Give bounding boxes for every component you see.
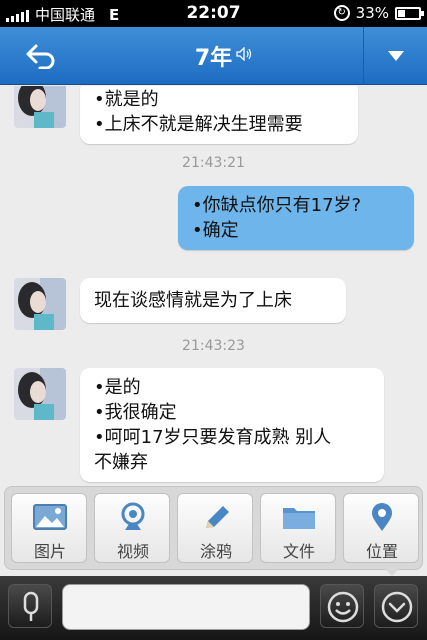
contact-avatar[interactable] <box>14 278 66 330</box>
folder-icon <box>283 508 315 529</box>
my-message-bubble[interactable]: •你缺点你只有17岁? •确定 <box>178 186 414 250</box>
message-line: •是的 <box>94 377 141 398</box>
message-line: •就是的 <box>94 89 159 110</box>
image-button[interactable]: 图片 <box>11 493 87 563</box>
attachment-panel: 图片 视频 涂鸦 文件 位置 <box>4 486 423 576</box>
message-line: •呵呵17岁只要发育成熟 别人 <box>94 427 332 448</box>
message-bubble[interactable]: •是的 •我很确定 •呵呵17岁只要发育成熟 别人 不嫌弃 <box>80 368 384 482</box>
more-button[interactable] <box>374 584 418 628</box>
menu-button[interactable] <box>363 27 427 85</box>
message-input[interactable] <box>62 584 310 630</box>
message-line: •你缺点你只有17岁? <box>192 195 362 216</box>
microphone-icon <box>23 591 39 621</box>
emoji-button[interactable] <box>320 584 364 628</box>
location-button[interactable]: 位置 <box>343 493 419 563</box>
location-pin-icon <box>372 503 392 531</box>
tool-label: 位置 <box>365 542 398 561</box>
doodle-button[interactable]: 涂鸦 <box>177 493 253 563</box>
message-bubble[interactable]: •就是的 •上床不就是解决生理需要 <box>80 86 358 144</box>
message-line: •我很确定 <box>94 402 177 423</box>
tool-label: 涂鸦 <box>199 542 232 561</box>
message-line: 现在谈感情就是为了上床 <box>94 290 292 311</box>
tool-label: 图片 <box>33 542 66 561</box>
speaker-icon <box>236 47 252 61</box>
message-bubble[interactable]: 现在谈感情就是为了上床 <box>80 278 346 323</box>
file-button[interactable]: 文件 <box>260 493 336 563</box>
message-line: 不嫌弃 <box>94 452 148 473</box>
pencil-icon <box>206 506 229 528</box>
battery-percent: 33% <box>355 4 389 22</box>
input-bar <box>0 576 427 640</box>
timestamp: 21:43:23 <box>182 338 245 354</box>
image-icon <box>33 504 67 530</box>
nav-bar: 7年 <box>0 27 427 85</box>
dropdown-triangle-icon <box>387 51 404 61</box>
message-line: •上床不就是解决生理需要 <box>94 114 303 135</box>
webcam-icon <box>121 502 145 530</box>
chevron-down-circle-icon <box>381 591 413 623</box>
video-button[interactable]: 视频 <box>94 493 170 563</box>
voice-button[interactable] <box>8 584 52 628</box>
rotation-lock-icon: ↻ <box>333 5 350 21</box>
status-bar: 中国联通 E 22:07 ↻ 33% <box>0 0 427 27</box>
battery-icon <box>395 6 424 20</box>
message-line: •确定 <box>192 220 239 241</box>
smiley-icon <box>327 591 359 623</box>
contact-avatar[interactable] <box>14 86 66 128</box>
chat-area[interactable]: •就是的 •上床不就是解决生理需要 21:43:21 •你缺点你只有17岁? •… <box>0 86 427 484</box>
timestamp: 21:43:21 <box>182 155 245 171</box>
tool-label: 视频 <box>116 542 149 561</box>
contact-avatar[interactable] <box>14 368 66 420</box>
panel-pointer <box>383 567 401 576</box>
tool-label: 文件 <box>282 542 315 561</box>
